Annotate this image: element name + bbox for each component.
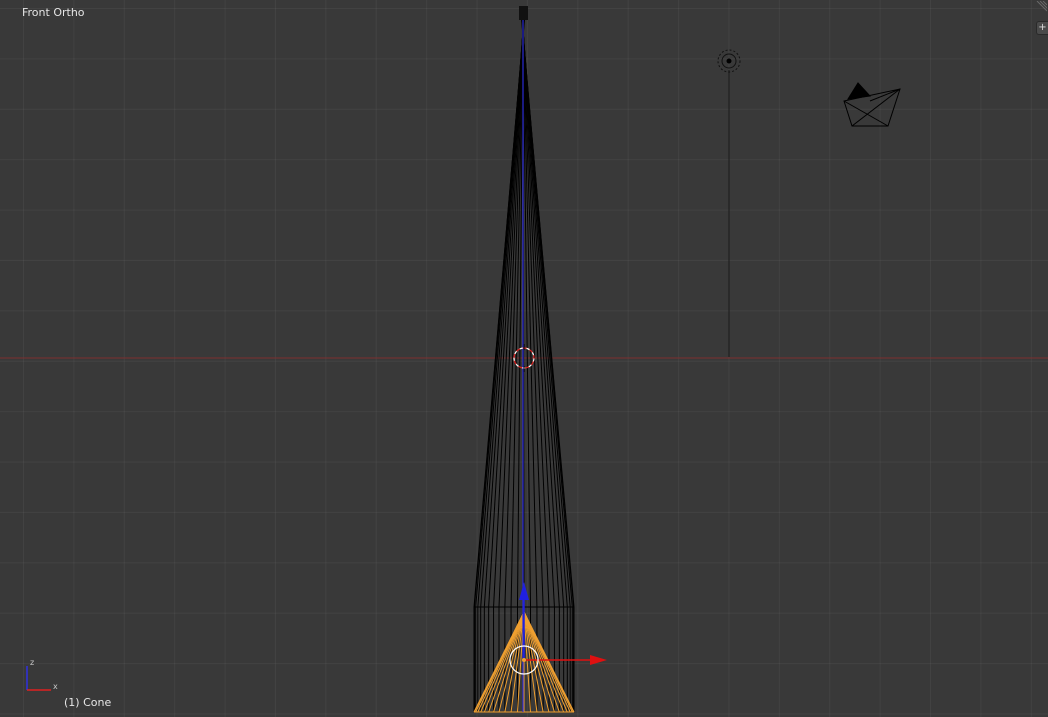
svg-text:x: x — [53, 682, 58, 691]
scene-canvas[interactable]: z x — [0, 0, 1048, 717]
manipulator-z-arrow[interactable] — [519, 582, 529, 600]
active-object-label: (1) Cone — [64, 696, 112, 709]
cone-tip — [519, 6, 528, 20]
manipulator-x-arrow[interactable] — [590, 655, 607, 665]
add-region-button[interactable]: + — [1036, 21, 1048, 35]
camera-icon[interactable] — [843, 82, 901, 127]
object-origin — [522, 658, 526, 662]
view-name-label: Front Ortho — [22, 6, 85, 19]
lamp-icon[interactable] — [717, 49, 741, 357]
xyz-axis-icon: z x — [26, 658, 58, 691]
svg-text:z: z — [30, 658, 34, 667]
3d-viewport[interactable]: z x Front Ortho (1) Cone + — [0, 0, 1048, 717]
corner-resize-icon[interactable] — [1035, 1, 1047, 13]
